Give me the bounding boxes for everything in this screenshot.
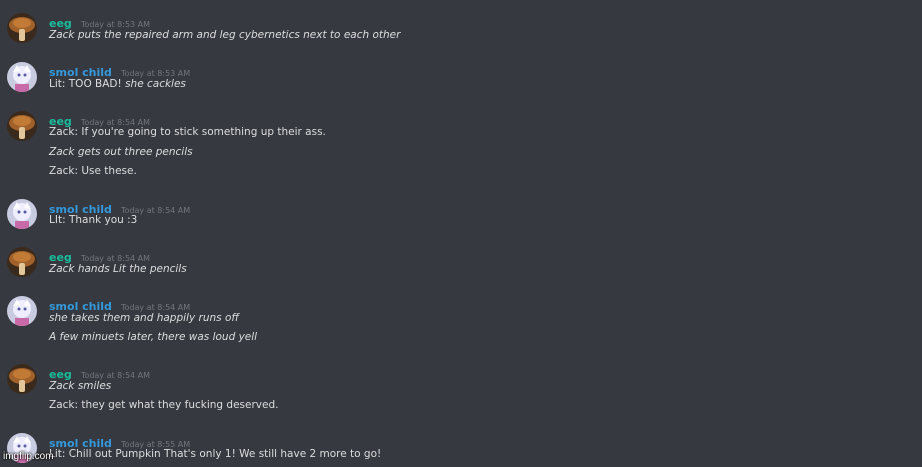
message-text-plain: Lit: TOO BAD! (49, 78, 126, 90)
message-text: she takes them and happily runs off (49, 312, 239, 324)
chat-message-list: eeg Today at 8:53 AM Zack puts the repai… (0, 0, 922, 467)
message-header: smol child Today at 8:54 AM (49, 198, 190, 216)
message-text: Zack gets out three pencils (49, 146, 193, 158)
anime-character-avatar-icon[interactable] (7, 296, 37, 326)
message-text: Zack smiles (49, 380, 112, 392)
imgflip-watermark: imgflip.com (3, 451, 54, 462)
mushroom-avatar-icon[interactable] (7, 364, 37, 394)
message-text-emphasis: she cackles (125, 78, 186, 90)
message-header: smol child Today at 8:55 AM (49, 432, 190, 450)
message-text: Zack: Use these. (49, 165, 137, 177)
anime-character-avatar-icon[interactable] (7, 62, 37, 92)
message-header: eeg Today at 8:54 AM (49, 246, 150, 264)
message-text: Lit: Chill out Pumpkin That's only 1! We… (49, 448, 382, 460)
message-header: smol child Today at 8:54 AM (49, 295, 190, 313)
message-text: Zack hands Lit the pencils (49, 263, 187, 275)
message-text: Zack: they get what they fucking deserve… (49, 399, 279, 411)
message-header: eeg Today at 8:53 AM (49, 12, 150, 30)
message-header: eeg Today at 8:54 AM (49, 363, 150, 381)
message-text: Zack: If you're going to stick something… (49, 126, 326, 138)
message-text: LIt: Thank you :3 (49, 214, 138, 226)
anime-character-avatar-icon[interactable] (7, 199, 37, 229)
message-text: Lit: TOO BAD! she cackles (49, 77, 186, 91)
message-text: Zack puts the repaired arm and leg cyber… (49, 29, 401, 41)
mushroom-avatar-icon[interactable] (7, 247, 37, 277)
mushroom-avatar-icon[interactable] (7, 111, 37, 141)
mushroom-avatar-icon[interactable] (7, 13, 37, 43)
message-header: smol child Today at 8:53 AM (49, 61, 190, 79)
message-text: A few minuets later, there was loud yell (49, 331, 258, 343)
message-header: eeg Today at 8:54 AM (49, 110, 150, 128)
